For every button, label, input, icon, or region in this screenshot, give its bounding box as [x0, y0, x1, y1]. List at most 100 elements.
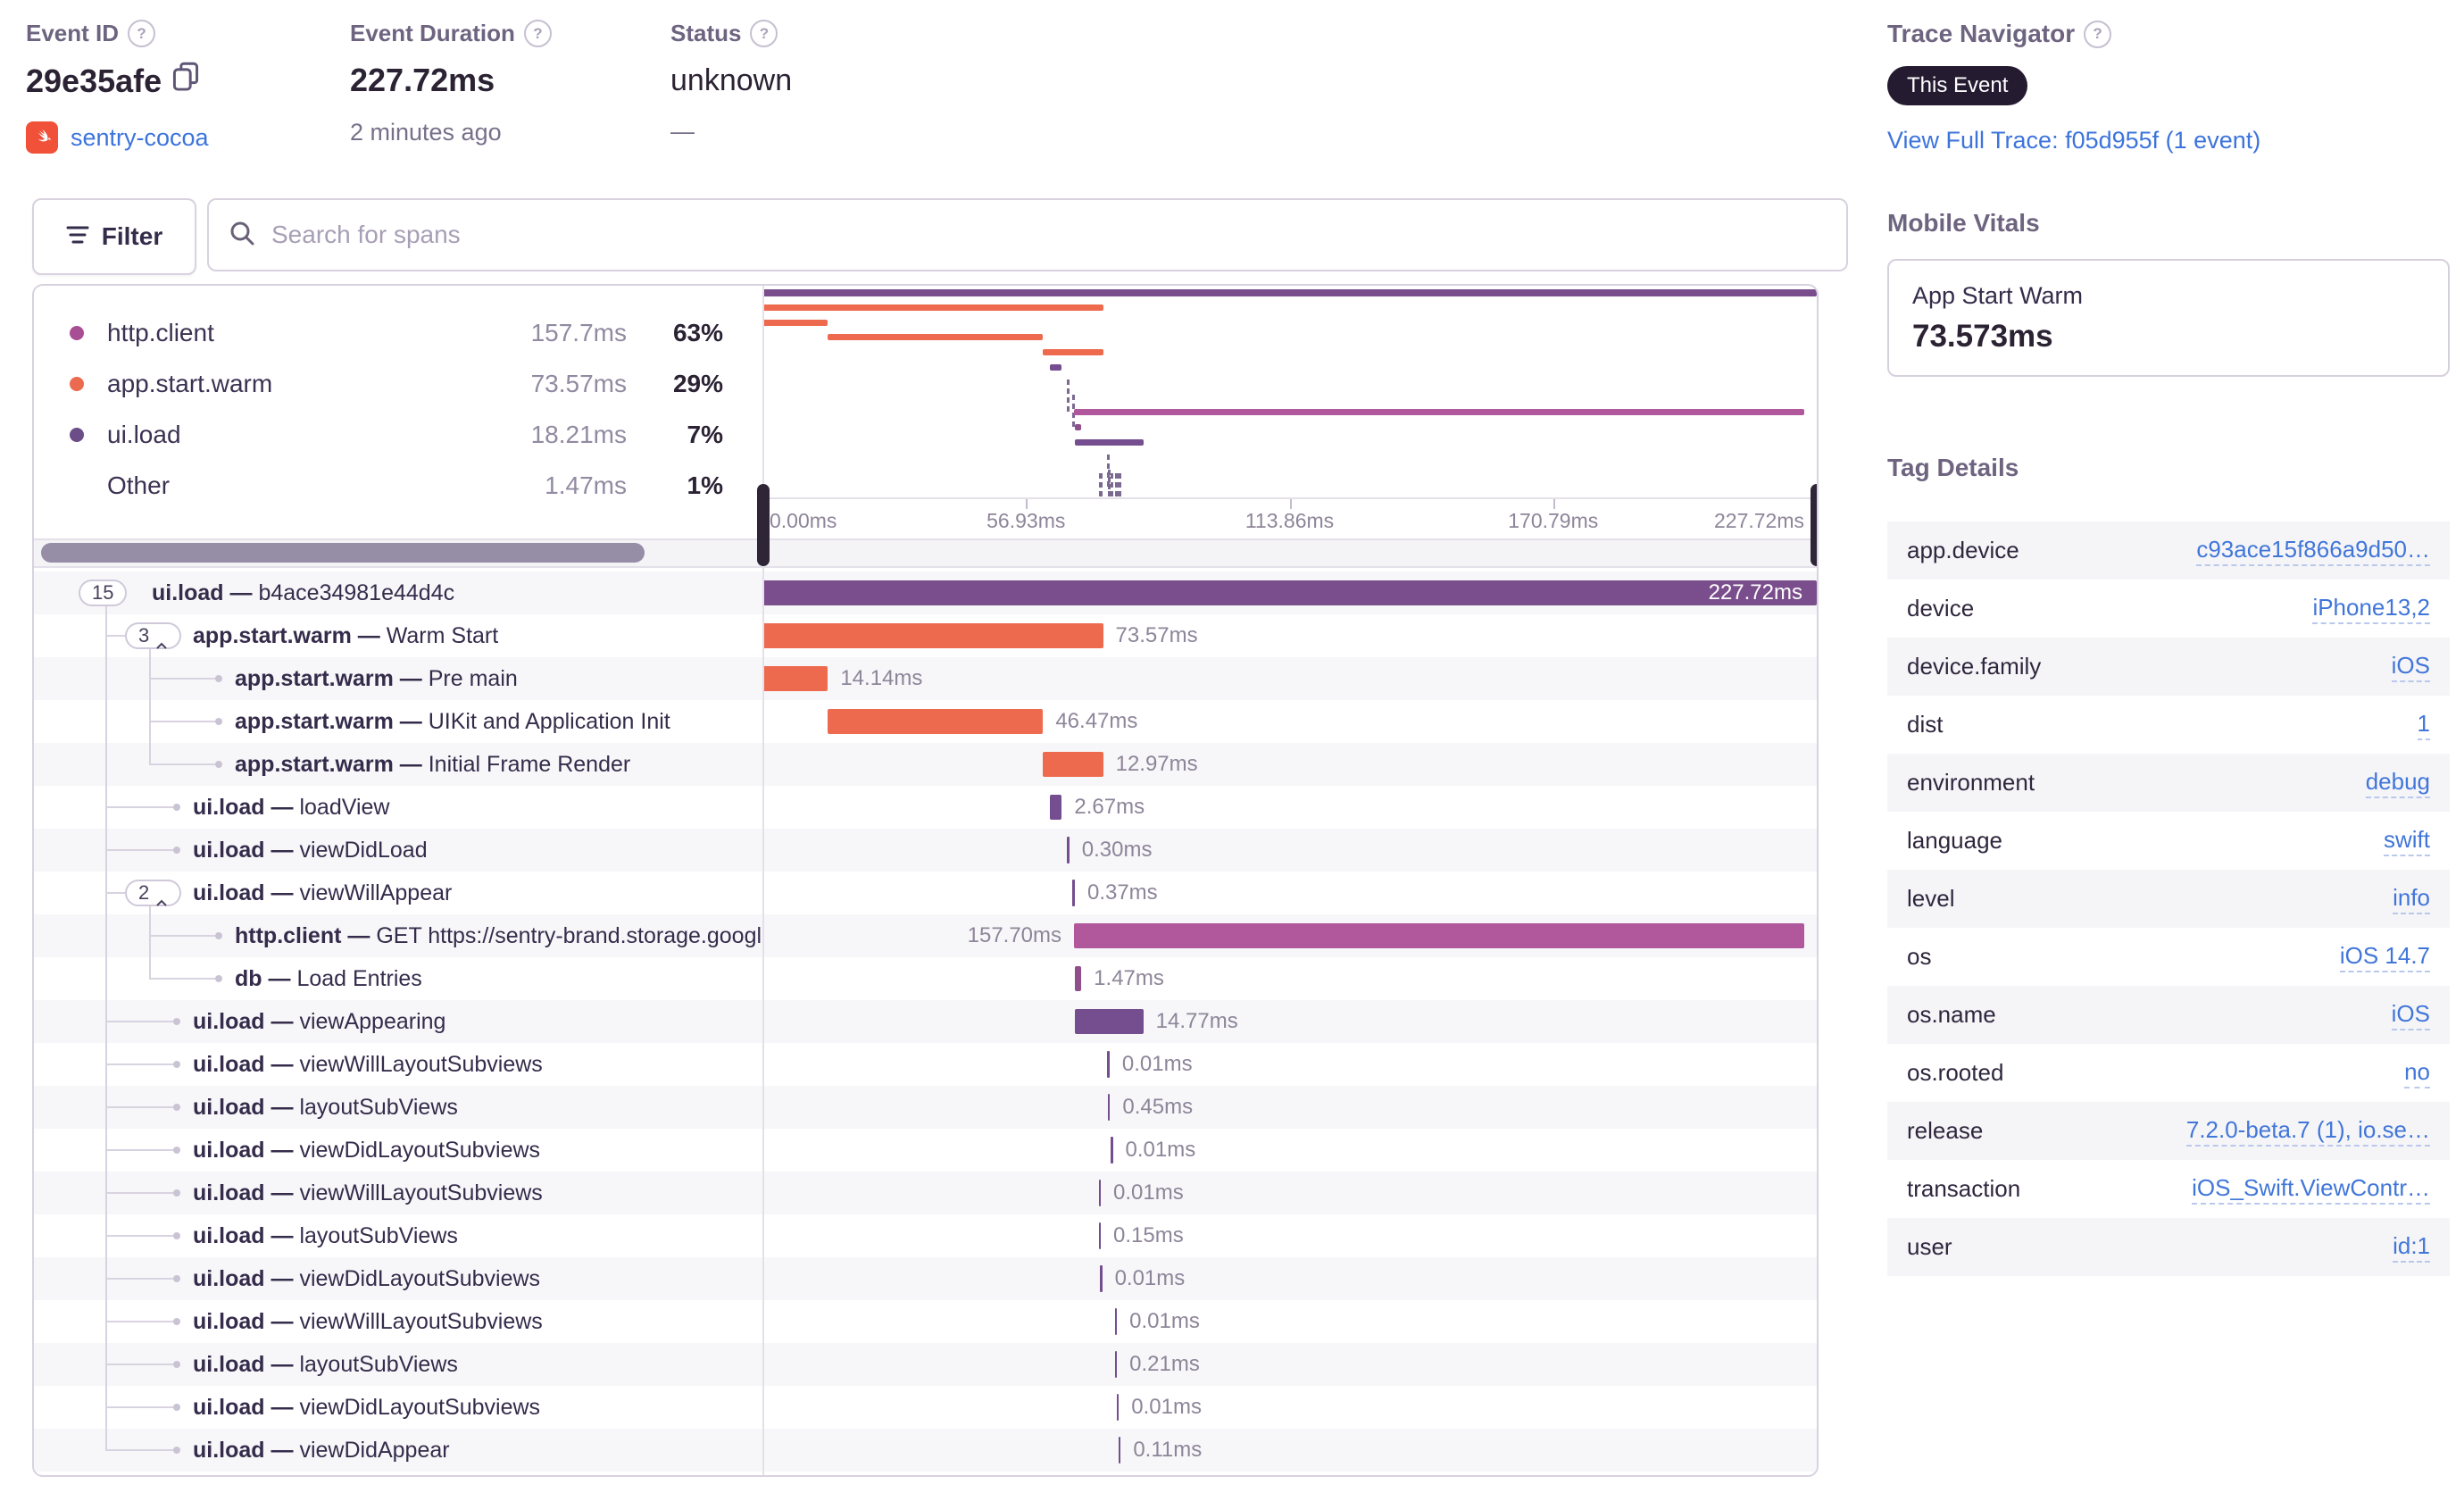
span-tree-cell: 15 ui.load — b4ace34981e44d4c	[34, 571, 762, 614]
tag-value-link[interactable]: 7.2.0-beta.7 (1), io.se…	[2185, 1116, 2430, 1147]
legend-percentage: 29%	[672, 370, 723, 397]
span-row[interactable]: ui.load — viewDidLayoutSubviews 0.01ms	[34, 1257, 1817, 1300]
copy-icon[interactable]	[172, 62, 199, 100]
span-bar[interactable]	[1107, 1051, 1110, 1078]
span-row[interactable]: ui.load — viewDidAppear 0.11ms	[34, 1429, 1817, 1472]
span-bar[interactable]	[828, 709, 1044, 734]
help-icon[interactable]	[750, 20, 778, 47]
span-bar[interactable]	[762, 666, 828, 691]
span-bar[interactable]	[1043, 752, 1103, 777]
tag-value-link[interactable]: c93ace15f866a9d50…	[2196, 536, 2430, 566]
table-row: language swift	[1887, 812, 2450, 870]
span-count-badge[interactable]: 3	[125, 622, 182, 649]
span-row[interactable]: ui.load — viewWillLayoutSubviews 0.01ms	[34, 1300, 1817, 1343]
tree-connector	[149, 978, 215, 980]
span-bar[interactable]	[1067, 837, 1070, 863]
span-bar[interactable]	[1075, 1009, 1144, 1034]
span-bar[interactable]	[1098, 1180, 1102, 1206]
span-row[interactable]: ui.load — layoutSubViews 0.15ms	[34, 1214, 1817, 1257]
span-row[interactable]: ui.load — viewAppearing 14.77ms	[34, 1000, 1817, 1043]
help-icon[interactable]	[2084, 20, 2112, 48]
span-row[interactable]: db — Load Entries 1.47ms	[34, 957, 1817, 1000]
tree-connector	[105, 1235, 173, 1237]
span-bar[interactable]	[1098, 1222, 1102, 1249]
tag-value-link[interactable]: iOS	[2391, 652, 2430, 682]
tag-value-link[interactable]: info	[2393, 884, 2430, 914]
tag-value-link[interactable]: iOS	[2391, 1000, 2430, 1030]
span-row[interactable]: ui.load — viewDidLayoutSubviews 0.01ms	[34, 1386, 1817, 1429]
span-row[interactable]: ui.load — viewWillLayoutSubviews 0.01ms	[34, 1172, 1817, 1214]
span-bar[interactable]	[1074, 966, 1082, 991]
tree-connector	[105, 606, 107, 1450]
span-bar[interactable]	[1111, 1137, 1113, 1164]
minimap-left-handle[interactable]	[757, 484, 770, 566]
help-icon[interactable]	[523, 20, 552, 47]
span-duration: 2.67ms	[1074, 795, 1145, 819]
span-label: ui.load — viewDidLoad	[193, 838, 428, 863]
trace-navigator: Trace Navigator This Event View Full Tra…	[1887, 20, 2450, 154]
span-count-badge[interactable]: 15	[79, 580, 128, 606]
span-bar[interactable]	[1049, 795, 1062, 820]
tag-value-link[interactable]: iOS 14.7	[2339, 942, 2430, 972]
span-row[interactable]: ui.load — viewDidLoad 0.30ms	[34, 829, 1817, 872]
span-row[interactable]: app.start.warm — UIKit and Application I…	[34, 700, 1817, 743]
span-row[interactable]: ui.load — viewDidLayoutSubviews 0.01ms	[34, 1129, 1817, 1172]
horizontal-scrollbar-thumb[interactable]	[41, 543, 645, 563]
span-bar[interactable]	[1118, 1437, 1121, 1464]
table-row: dist 1	[1887, 696, 2450, 754]
help-icon[interactable]	[128, 20, 156, 47]
legend-item[interactable]: Other 1.47ms 1%	[34, 464, 762, 507]
minimap-right-handle[interactable]	[1811, 484, 1817, 566]
span-duration: 0.37ms	[1086, 880, 1158, 905]
span-row[interactable]: app.start.warm — Pre main 14.14ms	[34, 657, 1817, 700]
span-bar[interactable]	[762, 623, 1103, 648]
span-label: ui.load — layoutSubViews	[193, 1352, 458, 1377]
span-row[interactable]: ui.load — loadView 2.67ms	[34, 786, 1817, 829]
span-row[interactable]: ui.load — viewWillLayoutSubviews 0.01ms	[34, 1043, 1817, 1086]
tag-value-link[interactable]: no	[2404, 1058, 2430, 1088]
tree-connector	[105, 1192, 173, 1194]
tag-value-link[interactable]: id:1	[2393, 1232, 2430, 1263]
span-count-badge[interactable]: 2	[125, 880, 182, 906]
span-label: ui.load — layoutSubViews	[193, 1223, 458, 1248]
legend-duration: 18.21ms	[530, 421, 627, 448]
span-bar[interactable]	[1100, 1265, 1103, 1292]
tag-value-link[interactable]: swift	[2384, 826, 2430, 856]
span-row[interactable]: ui.load — layoutSubViews 0.45ms	[34, 1086, 1817, 1129]
span-row[interactable]: http.client — GET https://sentry-brand.s…	[34, 914, 1817, 957]
this-event-badge[interactable]: This Event	[1887, 66, 2028, 105]
chevron-up-icon	[155, 889, 168, 906]
span-row[interactable]: app.start.warm — Initial Frame Render 12.…	[34, 743, 1817, 786]
span-bar[interactable]	[1074, 923, 1804, 948]
view-full-trace-link[interactable]: View Full Trace: f05d955f (1 event)	[1887, 127, 2450, 154]
tag-value-link[interactable]: 1	[2417, 710, 2430, 740]
project-link[interactable]: sentry-cocoa	[71, 124, 209, 152]
span-row[interactable]: 3 app.start.warm — Warm Start 73.57ms	[34, 614, 1817, 657]
legend-item[interactable]: app.start.warm 73.57ms 29%	[34, 363, 762, 405]
tree-connector	[149, 906, 151, 979]
span-bar[interactable]	[1114, 1308, 1118, 1335]
span-bar[interactable]	[1114, 1351, 1118, 1378]
tag-value-link[interactable]: iOS_Swift.ViewContr…	[2192, 1174, 2430, 1205]
span-row[interactable]: 15 ui.load — b4ace34981e44d4c 227.72ms	[34, 571, 1817, 614]
span-tree-cell: 2 ui.load — viewWillAppear	[34, 872, 762, 914]
legend-item[interactable]: ui.load 18.21ms 7%	[34, 413, 762, 456]
span-bar[interactable]	[1072, 880, 1075, 906]
tree-connector-dot	[173, 1147, 180, 1154]
span-row[interactable]: 2 ui.load — viewWillAppear 0.37ms	[34, 872, 1817, 914]
span-bar[interactable]	[1107, 1094, 1111, 1121]
tree-waterfall-divider[interactable]	[762, 286, 764, 1475]
span-row[interactable]: ui.load — layoutSubViews 0.21ms	[34, 1343, 1817, 1386]
vital-value: 73.573ms	[1912, 319, 2053, 354]
vital-card[interactable]: App Start Warm 73.573ms	[1887, 259, 2450, 377]
search-input[interactable]	[270, 220, 1827, 250]
span-bar[interactable]	[1116, 1394, 1120, 1421]
tag-value-link[interactable]: iPhone13,2	[2312, 594, 2430, 624]
tag-value-link[interactable]: debug	[2365, 768, 2430, 798]
span-label: ui.load — loadView	[193, 795, 390, 820]
filter-button[interactable]: Filter	[32, 198, 196, 275]
legend-percentage: 7%	[687, 421, 723, 448]
tree-connector-dot	[173, 1447, 180, 1454]
event-duration-value: 227.72ms	[350, 62, 495, 98]
legend-item[interactable]: http.client 157.7ms 63%	[34, 312, 762, 354]
